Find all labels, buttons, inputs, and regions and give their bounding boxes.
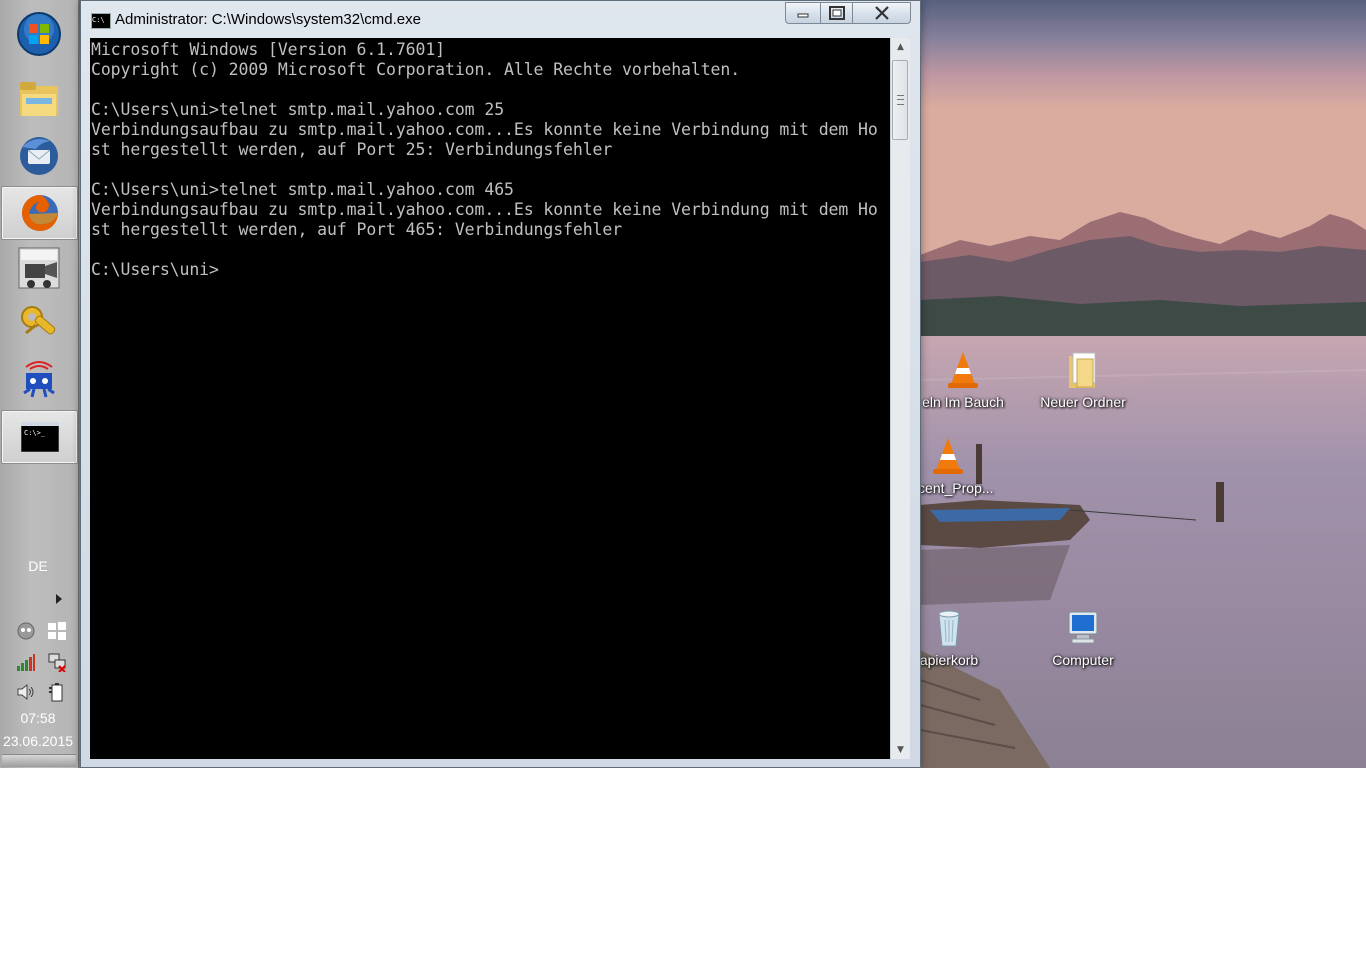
- window-titlebar[interactable]: C:\ Administrator: C:\Windows\system32\c…: [81, 1, 920, 37]
- console-line: Copyright (c) 2009 Microsoft Corporation…: [91, 60, 741, 79]
- explorer-folder-icon: [20, 82, 58, 116]
- clock-time[interactable]: 07:58: [0, 710, 76, 726]
- console-prompt-line: C:\Users\uni>: [91, 260, 219, 279]
- window-title: Administrator: C:\Windows\system32\cmd.e…: [115, 11, 421, 28]
- network-monitor-icon: [23, 361, 55, 398]
- show-desktop-button[interactable]: [2, 754, 76, 767]
- battery-power-icon[interactable]: [47, 682, 67, 702]
- console-line: C:\Users\uni>telnet smtp.mail.yahoo.com …: [91, 180, 514, 199]
- scrollbar-thumb[interactable]: [892, 60, 908, 140]
- start-orb-icon: [17, 12, 61, 56]
- tools-icon: [21, 306, 56, 335]
- taskbar-tools[interactable]: [4, 298, 74, 350]
- minimize-button[interactable]: [785, 2, 821, 24]
- scroll-down-button[interactable]: ▼: [891, 741, 910, 759]
- computer-icon: [1068, 611, 1098, 644]
- movie-maker-icon: [18, 247, 60, 289]
- cmd-window: C:\ Administrator: C:\Windows\system32\c…: [80, 0, 921, 768]
- signal-strength-icon[interactable]: [16, 652, 36, 672]
- scroll-up-button[interactable]: ▲: [891, 38, 910, 56]
- maximize-icon: [828, 6, 845, 20]
- cmd-icon: C:\>_: [20, 422, 59, 452]
- show-hidden-icons-arrow[interactable]: [56, 594, 62, 604]
- console-line: C:\Users\uni>telnet smtp.mail.yahoo.com …: [91, 100, 505, 119]
- taskbar-cmd[interactable]: C:\>_: [1, 410, 78, 464]
- vlc-cone-icon: [933, 438, 963, 474]
- taskbar-thunderbird[interactable]: [4, 130, 74, 182]
- network-disconnected-icon[interactable]: [47, 652, 67, 672]
- clock-date[interactable]: 23.06.2015: [0, 733, 76, 749]
- svg-text:C:\>_: C:\>_: [24, 429, 46, 437]
- console-line: st hergestellt werden, auf Port 465: Ver…: [91, 220, 623, 239]
- desktop-icon-video-1[interactable]: eln Im Bauch: [908, 350, 1018, 414]
- desktop-icon-label: eln Im Bauch: [922, 394, 1004, 410]
- recycle-bin-icon: [938, 610, 960, 647]
- desktop-icon-computer[interactable]: Computer: [1028, 608, 1138, 672]
- language-indicator[interactable]: DE: [0, 558, 76, 574]
- scroll-grip-icon: [897, 95, 904, 105]
- start-button[interactable]: [4, 8, 74, 60]
- desktop-icon-label: Neuer Ordner: [1040, 394, 1126, 410]
- console-line: Verbindungsaufbau zu smtp.mail.yahoo.com…: [91, 120, 878, 139]
- thunderbird-icon: [20, 137, 58, 175]
- vlc-cone-icon: [948, 352, 978, 388]
- console-output: Microsoft Windows [Version 6.1.7601] Cop…: [90, 38, 890, 280]
- console-line: Verbindungsaufbau zu smtp.mail.yahoo.com…: [91, 200, 878, 219]
- maximize-button[interactable]: [820, 2, 853, 24]
- close-icon: [874, 6, 889, 20]
- cmd-window-icon[interactable]: C:\: [91, 13, 111, 29]
- folder-icon: [1069, 352, 1096, 388]
- desktop: eln Im Bauch Neuer Ordner decent_Prop...…: [0, 0, 1366, 768]
- taskbar-firefox[interactable]: [1, 186, 78, 240]
- desktop-icon-neuer-ordner[interactable]: Neuer Ordner: [1028, 350, 1138, 414]
- taskbar-network-monitor[interactable]: [4, 354, 74, 406]
- console-area[interactable]: Microsoft Windows [Version 6.1.7601] Cop…: [90, 38, 890, 759]
- firefox-icon: [21, 195, 58, 231]
- taskbar: C:\>_ DE 07:58 23.06.2015: [0, 0, 79, 768]
- windows-flag-icon[interactable]: [47, 621, 67, 641]
- close-button[interactable]: [852, 2, 911, 24]
- speaker-volume-icon[interactable]: [16, 682, 36, 702]
- console-line: Microsoft Windows [Version 6.1.7601]: [91, 40, 446, 59]
- console-line: st hergestellt werden, auf Port 25: Verb…: [91, 140, 613, 159]
- taskbar-movie-maker[interactable]: [4, 242, 74, 294]
- ghost-icon[interactable]: [16, 621, 36, 641]
- desktop-icon-label: Computer: [1052, 652, 1114, 668]
- taskbar-explorer[interactable]: [4, 74, 74, 126]
- minimize-icon: [797, 13, 809, 18]
- vertical-scrollbar[interactable]: ▲ ▼: [890, 38, 910, 759]
